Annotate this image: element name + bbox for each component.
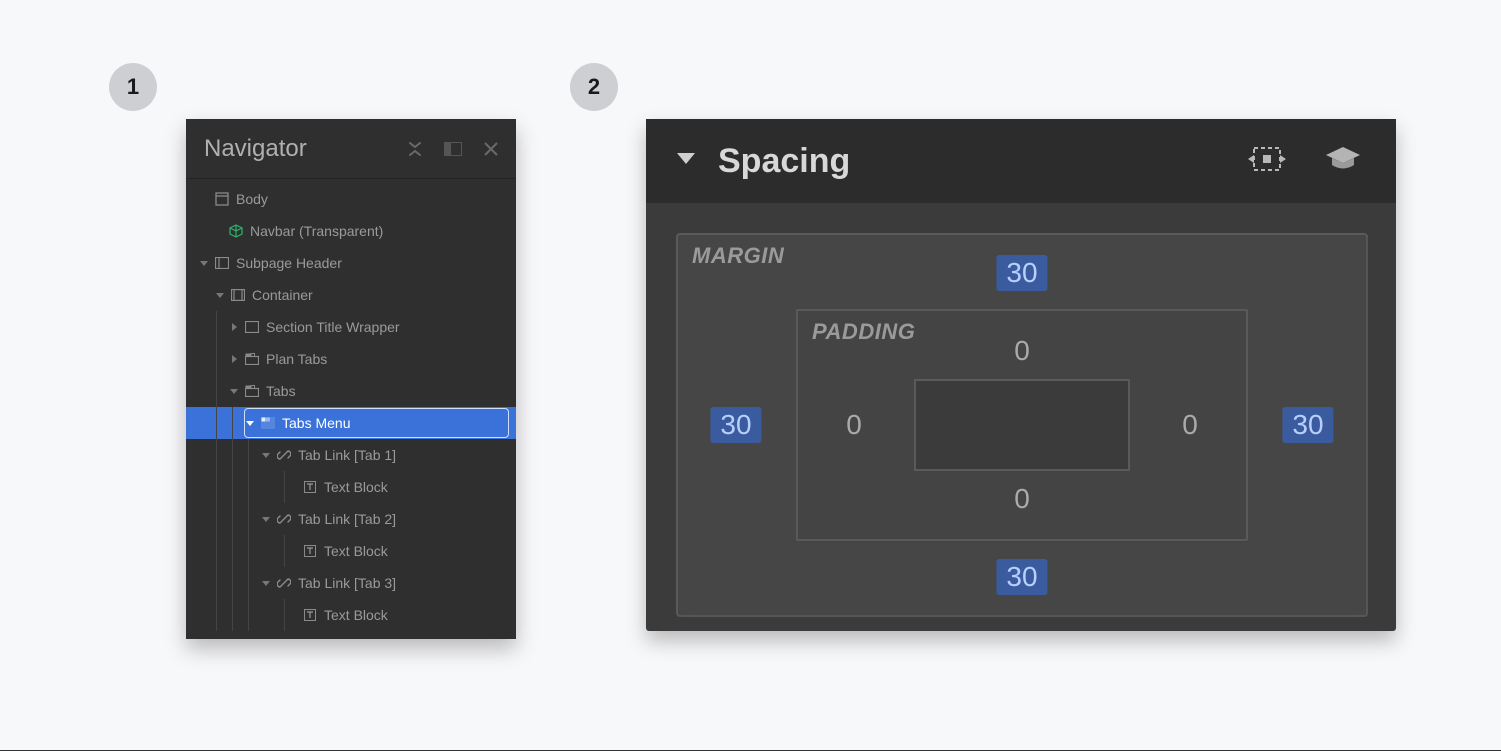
padding-top-value[interactable]: 0: [1004, 333, 1040, 369]
expand-icon[interactable]: [214, 289, 226, 301]
padding-label: PADDING: [812, 319, 915, 345]
step-badge-1: 1: [109, 63, 157, 111]
tree-item-label: Plan Tabs: [266, 351, 327, 367]
tabsmenu-icon: [260, 415, 276, 431]
padding-left-value[interactable]: 0: [836, 407, 872, 443]
tree-item-label: Navbar (Transparent): [250, 223, 383, 239]
expand-icon[interactable]: [260, 449, 272, 461]
text-icon: [302, 543, 318, 559]
tree-item[interactable]: Tab Link [Tab 3]: [186, 567, 516, 599]
expand-icon: [212, 225, 224, 237]
tree-item-label: Container: [252, 287, 313, 303]
link-icon: [276, 575, 292, 591]
spacing-preset-icon[interactable]: [1248, 145, 1286, 178]
doc-icon: [214, 191, 230, 207]
tree-item-label: Text Block: [324, 607, 388, 623]
tree-item[interactable]: Tab Link [Tab 1]: [186, 439, 516, 471]
tree-item-label: Tabs: [266, 383, 296, 399]
layout-icon: [230, 287, 246, 303]
tree-item[interactable]: Text Block: [186, 535, 516, 567]
navigator-title: Navigator: [204, 135, 408, 163]
expand-icon: [286, 481, 298, 493]
rect-icon: [244, 319, 260, 335]
link-icon: [276, 447, 292, 463]
section-icon: [214, 255, 230, 271]
expand-icon[interactable]: [228, 353, 240, 365]
expand-icon[interactable]: [260, 577, 272, 589]
padding-bottom-value[interactable]: 0: [1004, 481, 1040, 517]
text-icon: [302, 479, 318, 495]
margin-top-value[interactable]: 30: [996, 255, 1047, 291]
expand-icon: [198, 193, 210, 205]
spacing-panel: Spacing: [646, 119, 1396, 631]
collapse-all-icon[interactable]: [408, 141, 422, 157]
spacing-title: Spacing: [718, 142, 1248, 181]
tree-item-label: Tab Link [Tab 3]: [298, 575, 396, 591]
tree-item[interactable]: Subpage Header: [186, 247, 516, 279]
tree-item-label: Subpage Header: [236, 255, 342, 271]
tabs-icon: [244, 383, 260, 399]
padding-right-value[interactable]: 0: [1172, 407, 1208, 443]
expand-icon[interactable]: [198, 257, 210, 269]
navigator-panel: Navigator Body Navbar (Transparent) Subpag…: [186, 119, 516, 639]
tree-item-label: Text Block: [324, 479, 388, 495]
tree-item[interactable]: Container: [186, 279, 516, 311]
tree-item-label: Section Title Wrapper: [266, 319, 400, 335]
link-icon: [276, 511, 292, 527]
margin-bottom-value[interactable]: 30: [996, 559, 1047, 595]
tree-item-label: Body: [236, 191, 268, 207]
panel-dock-icon[interactable]: [444, 142, 462, 156]
tree-item[interactable]: Navbar (Transparent): [186, 215, 516, 247]
text-icon: [302, 607, 318, 623]
tree-item-label: Tab Link [Tab 2]: [298, 511, 396, 527]
expand-icon: [286, 545, 298, 557]
step-badge-2: 2: [570, 63, 618, 111]
margin-label: MARGIN: [692, 243, 784, 269]
tree-item-label: Tabs Menu: [282, 415, 350, 431]
expand-icon[interactable]: [228, 321, 240, 333]
tree-item[interactable]: Section Title Wrapper: [186, 311, 516, 343]
tree-item[interactable]: Text Block: [186, 599, 516, 631]
tree-item[interactable]: Text Block: [186, 471, 516, 503]
close-icon[interactable]: [484, 142, 498, 156]
tabs-icon: [244, 351, 260, 367]
expand-icon[interactable]: [228, 385, 240, 397]
cube-icon: [228, 223, 244, 239]
tree-item[interactable]: Plan Tabs: [186, 343, 516, 375]
tree-item-label: Tab Link [Tab 1]: [298, 447, 396, 463]
margin-left-value[interactable]: 30: [710, 407, 761, 443]
tree-item-label: Text Block: [324, 543, 388, 559]
section-collapse-icon[interactable]: [676, 152, 696, 171]
tree-item[interactable]: Tab Link [Tab 2]: [186, 503, 516, 535]
navigator-tree: Body Navbar (Transparent) Subpage Header Co…: [186, 179, 516, 639]
tree-item[interactable]: Body: [186, 183, 516, 215]
expand-icon: [286, 609, 298, 621]
content-box: [914, 379, 1130, 471]
expand-icon[interactable]: [260, 513, 272, 525]
tree-item[interactable]: Tabs Menu: [186, 407, 516, 439]
graduation-cap-icon[interactable]: [1326, 147, 1360, 176]
expand-icon[interactable]: [244, 417, 256, 429]
tree-item[interactable]: Tabs: [186, 375, 516, 407]
margin-right-value[interactable]: 30: [1282, 407, 1333, 443]
